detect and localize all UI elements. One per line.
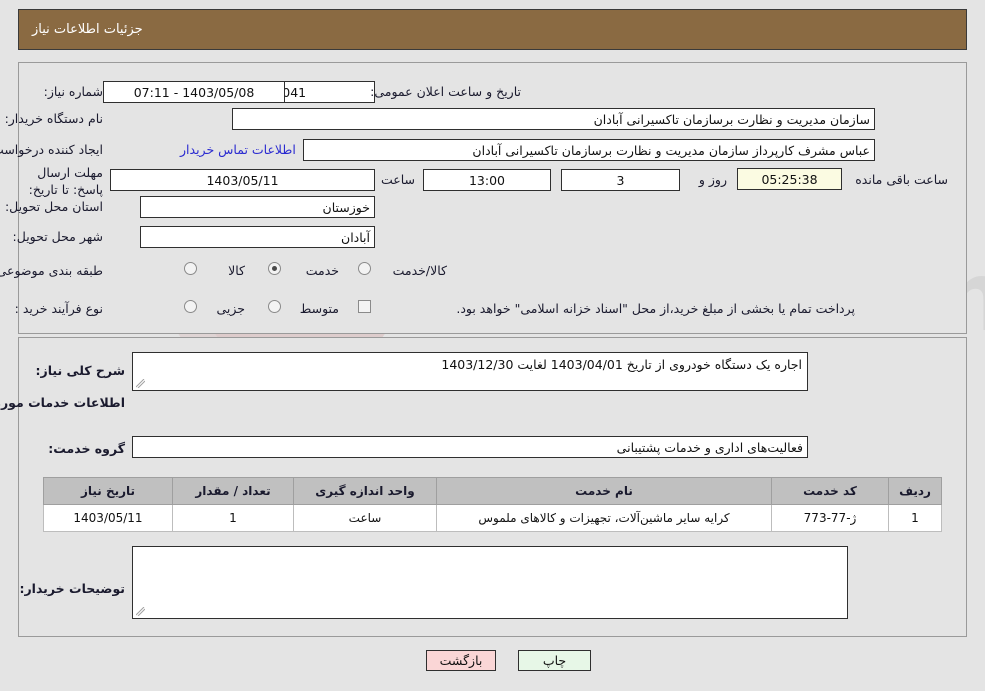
col-quantity: تعداد / مقدار bbox=[172, 477, 294, 505]
description-value: اجاره یک دستگاه خودروی از تاریخ 1403/04/… bbox=[441, 357, 802, 372]
resize-grip-icon[interactable] bbox=[136, 379, 145, 388]
need-number-label: شماره نیاز: bbox=[43, 84, 103, 99]
col-row-no: ردیف bbox=[888, 477, 942, 505]
requester-value: عباس مشرف کارپرداز سازمان مدیریت و نظارت… bbox=[303, 139, 875, 161]
islamic-treasury-note: پرداخت تمام یا بخشی از مبلغ خرید،از محل … bbox=[456, 301, 855, 316]
buyer-contact-link[interactable]: اطلاعات تماس خریدار bbox=[180, 142, 296, 157]
cell-service-code: ژ-77-773 bbox=[771, 504, 889, 532]
radio-process-motavaset-label: متوسط bbox=[299, 301, 339, 316]
radio-category-khedmat[interactable] bbox=[268, 262, 281, 275]
buyer-comments-label: توضیحات خریدار: bbox=[19, 581, 125, 596]
province-value: خوزستان bbox=[140, 196, 375, 218]
category-label: طبقه بندی موضوعی: bbox=[0, 263, 103, 278]
service-group-label: گروه خدمت: bbox=[48, 441, 125, 456]
radio-process-jozei-label: جزیی bbox=[216, 301, 245, 316]
announce-datetime-value: 1403/05/08 - 07:11 bbox=[103, 81, 285, 103]
checkbox-islamic-treasury[interactable] bbox=[358, 300, 371, 313]
description-textarea[interactable]: اجاره یک دستگاه خودروی از تاریخ 1403/04/… bbox=[132, 352, 808, 391]
cell-quantity: 1 bbox=[172, 504, 294, 532]
description-label: شرح کلی نیاز: bbox=[35, 363, 125, 378]
window-title-bar: جزئیات اطلاعات نیاز bbox=[18, 9, 967, 50]
radio-process-jozei[interactable] bbox=[184, 300, 197, 313]
buyer-comments-textarea[interactable] bbox=[132, 546, 848, 619]
radio-category-khedmat-label: خدمت bbox=[305, 263, 339, 278]
service-group-value: فعالیت‌های اداری و خدمات پشتیبانی bbox=[132, 436, 808, 458]
col-service-code: کد خدمت bbox=[771, 477, 889, 505]
col-need-date: تاریخ نیاز bbox=[43, 477, 173, 505]
days-remaining-label: روز و bbox=[698, 172, 727, 187]
cell-row-no: 1 bbox=[888, 504, 942, 532]
deadline-label: مهلت ارسال پاسخ: تا تاریخ: bbox=[28, 165, 103, 197]
cell-unit: ساعت bbox=[293, 504, 437, 532]
city-label: شهر محل تحویل: bbox=[12, 229, 103, 244]
page-root: AriaTender.net nder جزئیات اطلاعات نیاز … bbox=[0, 0, 985, 691]
col-service-name: نام خدمت bbox=[436, 477, 772, 505]
requester-label: ایجاد کننده درخواست: bbox=[0, 142, 103, 157]
cell-need-date: 1403/05/11 bbox=[43, 504, 173, 532]
services-section-heading: اطلاعات خدمات مورد نیاز bbox=[0, 395, 125, 410]
table-header-row: ردیف کد خدمت نام خدمت واحد اندازه گیری ت… bbox=[43, 477, 942, 505]
province-label: استان محل تحویل: bbox=[4, 199, 103, 214]
print-button[interactable]: چاپ bbox=[518, 650, 591, 671]
countdown-label: ساعت باقی مانده bbox=[855, 172, 948, 187]
city-value: آبادان bbox=[140, 226, 375, 248]
buyer-org-value: سازمان مدیریت و نظارت برسازمان تاکسیرانی… bbox=[232, 108, 875, 130]
radio-category-kala-label: کالا bbox=[228, 263, 245, 278]
radio-category-kala-khedmat-label: کالا/خدمت bbox=[392, 263, 447, 278]
process-label: نوع فرآیند خرید : bbox=[14, 301, 103, 316]
days-remaining-value: 3 bbox=[561, 169, 680, 191]
resize-grip-icon-2[interactable] bbox=[136, 607, 145, 616]
services-table: ردیف کد خدمت نام خدمت واحد اندازه گیری ت… bbox=[43, 477, 942, 532]
table-row[interactable]: 1 ژ-77-773 کرایه سایر ماشین‌آلات، تجهیزا… bbox=[43, 504, 942, 532]
countdown-timer: 05:25:38 bbox=[737, 168, 842, 190]
back-button[interactable]: بازگشت bbox=[426, 650, 496, 671]
announce-datetime-label: تاریخ و ساعت اعلان عمومی: bbox=[370, 84, 521, 99]
radio-process-motavaset[interactable] bbox=[268, 300, 281, 313]
deadline-date-value: 1403/05/11 bbox=[110, 169, 375, 191]
radio-category-kala-khedmat[interactable] bbox=[358, 262, 371, 275]
deadline-time-label: ساعت bbox=[380, 172, 415, 187]
radio-category-kala[interactable] bbox=[184, 262, 197, 275]
page-title: جزئیات اطلاعات نیاز bbox=[32, 22, 143, 37]
buyer-org-label: نام دستگاه خریدار: bbox=[4, 111, 103, 126]
deadline-time-value: 13:00 bbox=[423, 169, 551, 191]
cell-service-name: کرایه سایر ماشین‌آلات، تجهیزات و کالاهای… bbox=[436, 504, 772, 532]
col-unit: واحد اندازه گیری bbox=[293, 477, 437, 505]
